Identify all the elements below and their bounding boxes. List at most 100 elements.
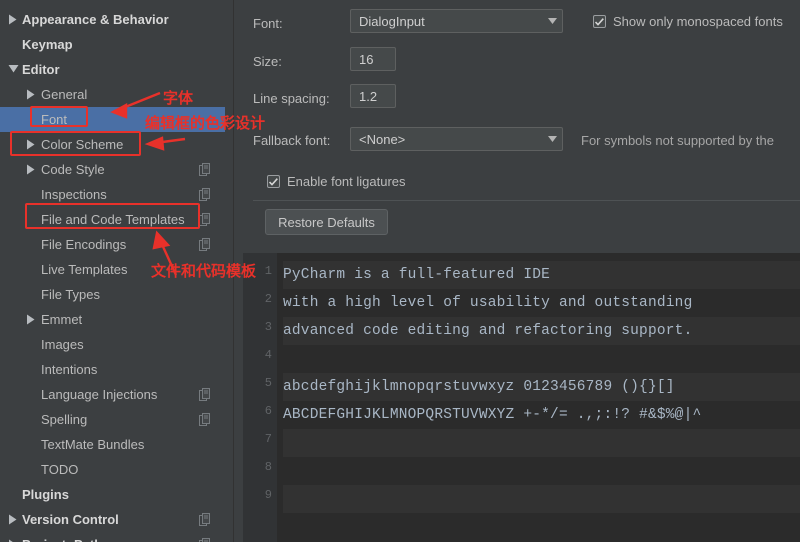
sidebar-item-file-and-code-templates[interactable]: File and Code Templates (0, 207, 233, 232)
line-number: 1 (264, 264, 272, 278)
sidebar-item-live-templates[interactable]: Live Templates (0, 257, 233, 282)
editor-gutter: 1 2 3 4 5 6 7 8 9 (243, 253, 277, 542)
chevron-right-icon[interactable] (26, 89, 38, 101)
sidebar-item-label: Project: Python (22, 537, 118, 542)
copy-icon[interactable] (199, 163, 211, 176)
copy-icon[interactable] (199, 513, 211, 526)
sidebar-item-code-style[interactable]: Code Style (0, 157, 233, 182)
chevron-right-icon[interactable] (8, 539, 20, 542)
checkbox-label: Show only monospaced fonts (613, 14, 783, 29)
settings-category-tree[interactable]: Appearance & Behavior Keymap Editor General… (0, 0, 233, 542)
copy-icon[interactable] (199, 188, 211, 201)
copy-icon[interactable] (199, 538, 211, 542)
chevron-right-icon (27, 139, 35, 149)
line-number: 7 (264, 432, 272, 446)
copy-icon (199, 513, 210, 526)
sidebar-item-language-injections[interactable]: Language Injections (0, 382, 233, 407)
sidebar-item-label: File Encodings (41, 237, 127, 252)
fallback-font-combobox[interactable]: <None> (350, 127, 563, 151)
sidebar-item-textmate-bundles[interactable]: TextMate Bundles (0, 432, 233, 457)
sidebar-item-label: Version Control (22, 512, 119, 527)
chevron-right-icon[interactable] (26, 164, 38, 176)
checkbox-box (593, 15, 606, 28)
font-combobox[interactable]: DialogInput (350, 9, 563, 33)
enable-font-ligatures-checkbox[interactable]: Enable font ligatures (267, 174, 406, 189)
size-input[interactable]: 16 (350, 47, 396, 71)
copy-icon (199, 238, 210, 251)
copy-icon[interactable] (199, 413, 211, 426)
show-only-monospaced-fonts-checkbox[interactable]: Show only monospaced fonts (593, 14, 783, 29)
sidebar-item-todo[interactable]: TODO (0, 457, 233, 482)
sidebar-item-keymap[interactable]: Keymap (0, 32, 233, 57)
sidebar-item-label: Code Style (41, 162, 105, 177)
line-spacing-input[interactable]: 1.2 (350, 84, 396, 108)
chevron-right-icon (9, 539, 14, 542)
chevron-right-icon[interactable] (8, 14, 20, 26)
sidebar-item-label: Font (41, 112, 68, 127)
sidebar-item-inspections[interactable]: Inspections (0, 182, 233, 207)
sidebar-item-label: Color Scheme (41, 137, 124, 152)
sidebar-item-label: Live Templates (41, 262, 128, 277)
sidebar-item-label: Editor (22, 62, 60, 77)
sidebar-item-appearance-behavior[interactable]: Appearance & Behavior (0, 7, 233, 32)
copy-icon (199, 413, 210, 426)
horizontal-divider (253, 200, 800, 201)
sidebar-item-images[interactable]: Images (0, 332, 233, 357)
chevron-right-icon (27, 164, 35, 174)
chevron-right-icon[interactable] (26, 314, 38, 326)
chevron-right-icon[interactable] (8, 514, 20, 526)
size-label: Size: (253, 54, 282, 69)
copy-icon[interactable] (199, 238, 211, 251)
fallback-font-hint: For symbols not supported by the (581, 133, 774, 148)
line-spacing-label: Line spacing: (253, 91, 330, 106)
line-number: 3 (264, 320, 272, 334)
sidebar-item-label: Intentions (41, 362, 98, 377)
panel-divider[interactable] (233, 0, 243, 542)
sidebar-item-label: Appearance & Behavior (22, 12, 169, 27)
sidebar-item-file-encodings[interactable]: File Encodings (0, 232, 233, 257)
font-preview-editor[interactable]: 1 2 3 4 5 6 7 8 9 PyCharm is a full-featured IDE… (243, 253, 800, 542)
chevron-down-icon[interactable] (8, 64, 20, 76)
sidebar-item-label: File Types (41, 287, 101, 302)
sidebar-item-file-types[interactable]: File Types (0, 282, 233, 307)
line-number: 8 (264, 460, 272, 474)
copy-icon (199, 163, 210, 176)
chevron-down-icon (8, 64, 19, 72)
sidebar-item-label: Keymap (22, 37, 73, 52)
sidebar-item-label: Language Injections (41, 387, 158, 402)
sidebar-scrollbar-track[interactable] (225, 0, 457, 542)
copy-icon[interactable] (199, 388, 211, 401)
chevron-right-icon (9, 514, 17, 524)
copy-icon (199, 388, 210, 401)
sidebar-item-intentions[interactable]: Intentions (0, 357, 233, 382)
code-line (283, 485, 800, 513)
restore-defaults-button[interactable]: Restore Defaults (265, 209, 388, 235)
sidebar-item-emmet[interactable]: Emmet (0, 307, 233, 332)
sidebar-item-general[interactable]: General (0, 82, 233, 107)
check-icon (269, 177, 278, 186)
line-number: 4 (264, 348, 272, 362)
line-number: 2 (264, 292, 272, 306)
check-icon (595, 17, 604, 26)
sidebar-item-project-python[interactable]: Project: Python (0, 532, 233, 542)
line-number: 6 (264, 404, 272, 418)
code-line: ABCDEFGHIJKLMNOPQRSTUVWXYZ +-*/= .,;:!? … (283, 407, 702, 423)
chevron-right-icon (9, 14, 17, 24)
chevron-right-icon[interactable] (26, 139, 38, 151)
sidebar-item-version-control[interactable]: Version Control (0, 507, 233, 532)
sidebar-item-editor[interactable]: Editor (0, 57, 233, 82)
settings-dialog: Appearance & Behavior Keymap Editor General… (0, 0, 800, 542)
line-number: 9 (264, 488, 272, 502)
sidebar-item-label: TextMate Bundles (41, 437, 145, 452)
sidebar-item-label: Inspections (41, 187, 107, 202)
sidebar-item-label: Plugins (22, 487, 69, 502)
copy-icon (199, 213, 210, 226)
copy-icon[interactable] (199, 213, 211, 226)
sidebar-item-font[interactable]: Font (0, 107, 233, 132)
sidebar-item-spelling[interactable]: Spelling (0, 407, 233, 432)
sidebar-item-plugins[interactable]: Plugins (0, 482, 233, 507)
line-number: 5 (264, 376, 272, 390)
fallback-font-label: Fallback font: (253, 133, 331, 148)
sidebar-item-color-scheme[interactable]: Color Scheme (0, 132, 233, 157)
